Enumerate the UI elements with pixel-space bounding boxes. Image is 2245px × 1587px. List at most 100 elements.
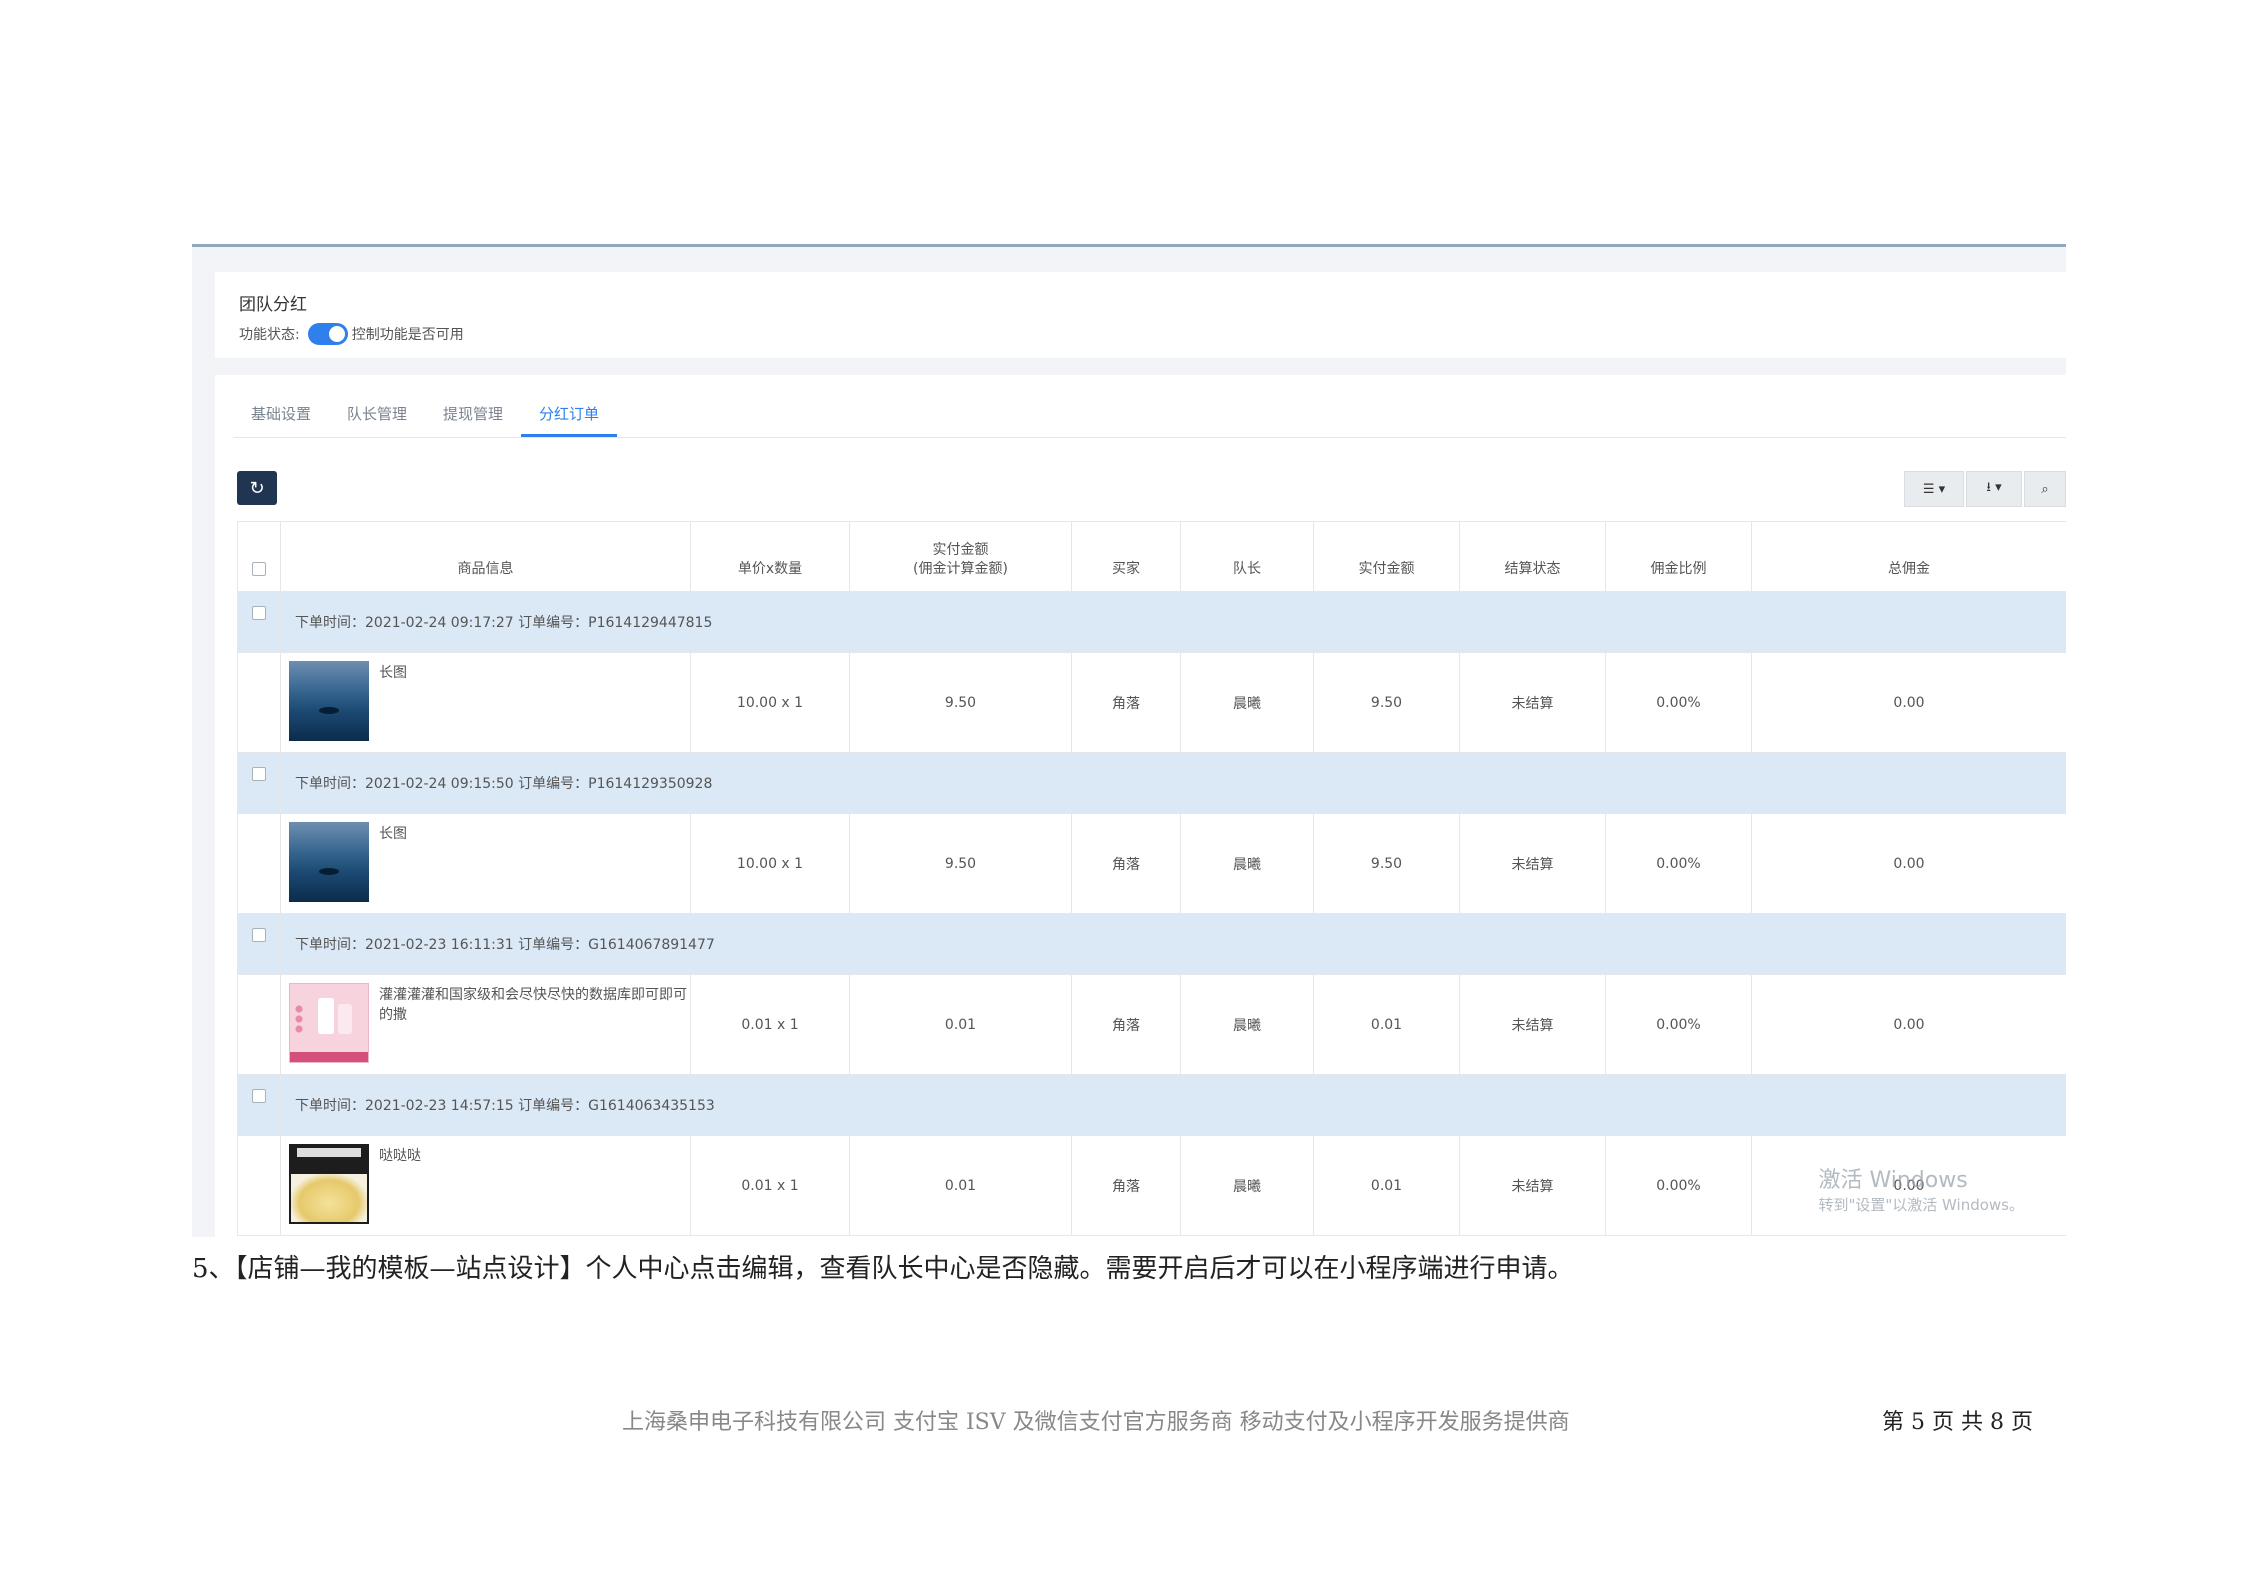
total-commission-cell: 0.00 bbox=[1751, 974, 2066, 1075]
export-button[interactable]: ⭳ ▾ bbox=[1966, 471, 2022, 507]
paid-cell: 0.01 bbox=[1313, 1135, 1460, 1236]
search-button[interactable]: ⌕ bbox=[2024, 471, 2066, 507]
header-price-qty: 单价x数量 bbox=[690, 521, 850, 592]
leader-cell: 晨曦 bbox=[1180, 652, 1314, 753]
instruction-step: 5、【店铺—我的模板—站点设计】个人中心点击编辑，查看队长中心是否隐藏。需要开启… bbox=[192, 1254, 1574, 1284]
order-item-row: 长图 10.00 x 1 9.50 角落 晨曦 9.50 未结算 0.00% 0… bbox=[237, 652, 2066, 753]
header-leader: 队长 bbox=[1180, 521, 1314, 592]
refresh-button[interactable]: ↻ bbox=[237, 471, 277, 505]
header-goods: 商品信息 bbox=[280, 521, 691, 592]
header-commission-rate: 佣金比例 bbox=[1605, 521, 1752, 592]
order-header-row: 下单时间：2021-02-24 09:15:50 订单编号：P161412935… bbox=[237, 752, 2066, 814]
order-checkbox[interactable] bbox=[252, 767, 266, 781]
goods-name: 哒哒哒 bbox=[379, 1148, 421, 1164]
tab-leader-management[interactable]: 队长管理 bbox=[329, 393, 425, 437]
commission-rate-cell: 0.00% bbox=[1605, 652, 1752, 753]
tab-basic-settings[interactable]: 基础设置 bbox=[233, 393, 329, 437]
order-info: 下单时间：2021-02-24 09:17:27 订单编号：P161412944… bbox=[280, 591, 2066, 653]
refresh-icon: ↻ bbox=[249, 477, 265, 499]
order-checkbox[interactable] bbox=[252, 1089, 266, 1103]
select-all-checkbox[interactable] bbox=[252, 562, 266, 576]
panel-title: 团队分红 bbox=[239, 295, 307, 315]
order-select-cell bbox=[237, 591, 281, 653]
orders-table: 商品信息 单价x数量 实付金额 (佣金计算金额) 买家 队长 实付金额 结算状态… bbox=[237, 521, 2066, 1236]
empty-cell bbox=[237, 652, 281, 753]
paid-calc-cell: 9.50 bbox=[849, 813, 1072, 914]
settle-status-cell: 未结算 bbox=[1459, 652, 1606, 753]
commission-rate-cell: 0.00% bbox=[1605, 813, 1752, 914]
product-thumbnail[interactable] bbox=[289, 822, 369, 902]
total-commission-cell: 0.00 bbox=[1751, 813, 2066, 914]
order-header-row: 下单时间：2021-02-23 16:11:31 订单编号：G161406789… bbox=[237, 913, 2066, 975]
total-commission-cell: 0.00 bbox=[1751, 652, 2066, 753]
paid-calc-cell: 0.01 bbox=[849, 1135, 1072, 1236]
product-thumbnail[interactable] bbox=[289, 1144, 369, 1224]
paid-calc-cell: 9.50 bbox=[849, 652, 1072, 753]
header-paid-calc-line1: 实付金额 bbox=[932, 542, 989, 558]
page-number: 第 5 页 共 8 页 bbox=[1882, 1410, 2033, 1435]
header-buyer: 买家 bbox=[1071, 521, 1181, 592]
orders-card: 基础设置 队长管理 提现管理 分红订单 ↻ ☰ ▾ ⭳ ▾ ⌕ 商品信息 单价x… bbox=[215, 375, 2066, 1237]
tab-bar: 基础设置 队长管理 提现管理 分红订单 bbox=[233, 393, 2066, 438]
feature-card: 团队分红 功能状态: 控制功能是否可用 bbox=[215, 272, 2066, 358]
header-settle-status: 结算状态 bbox=[1459, 521, 1606, 592]
watermark-line2: 转到"设置"以激活 Windows。 bbox=[1818, 1196, 2024, 1214]
order-item-row: 长图 10.00 x 1 9.50 角落 晨曦 9.50 未结算 0.00% 0… bbox=[237, 813, 2066, 914]
settle-status-cell: 未结算 bbox=[1459, 813, 1606, 914]
goods-cell: 长图 bbox=[280, 813, 691, 914]
order-select-cell bbox=[237, 1074, 281, 1136]
order-select-cell bbox=[237, 752, 281, 814]
order-checkbox[interactable] bbox=[252, 606, 266, 620]
table-header-row: 商品信息 单价x数量 实付金额 (佣金计算金额) 买家 队长 实付金额 结算状态… bbox=[237, 521, 2066, 592]
settle-status-cell: 未结算 bbox=[1459, 974, 1606, 1075]
select-all-cell bbox=[237, 521, 281, 592]
order-select-cell bbox=[237, 913, 281, 975]
leader-cell: 晨曦 bbox=[1180, 813, 1314, 914]
order-info: 下单时间：2021-02-23 16:11:31 订单编号：G161406789… bbox=[280, 913, 2066, 975]
order-item-row: 哒哒哒 0.01 x 1 0.01 角落 晨曦 0.01 未结算 0.00% 0… bbox=[237, 1135, 2066, 1236]
header-paid-calc-line2: (佣金计算金额) bbox=[913, 561, 1008, 577]
leader-cell: 晨曦 bbox=[1180, 1135, 1314, 1236]
settle-status-cell: 未结算 bbox=[1459, 1135, 1606, 1236]
leader-cell: 晨曦 bbox=[1180, 974, 1314, 1075]
buyer-cell: 角落 bbox=[1071, 1135, 1181, 1236]
status-description: 控制功能是否可用 bbox=[351, 327, 464, 343]
paid-calc-cell: 0.01 bbox=[849, 974, 1072, 1075]
search-icon: ⌕ bbox=[2041, 481, 2049, 497]
tab-dividend-orders[interactable]: 分红订单 bbox=[521, 393, 618, 437]
price-qty-cell: 10.00 x 1 bbox=[690, 813, 850, 914]
order-info: 下单时间：2021-02-24 09:15:50 订单编号：P161412935… bbox=[280, 752, 2066, 814]
paid-cell: 9.50 bbox=[1313, 652, 1460, 753]
windows-activation-watermark: 激活 Windows 转到"设置"以激活 Windows。 bbox=[1818, 1162, 2024, 1215]
feature-toggle[interactable] bbox=[307, 323, 348, 345]
header-paid: 实付金额 bbox=[1313, 521, 1460, 592]
order-item-row: 灌灌灌灌和国家级和会尽快尽快的数据库即可即可的撒 0.01 x 1 0.01 角… bbox=[237, 974, 2066, 1075]
header-paid-calc: 实付金额 (佣金计算金额) bbox=[849, 521, 1072, 592]
price-qty-cell: 0.01 x 1 bbox=[690, 974, 850, 1075]
order-header-row: 下单时间：2021-02-23 14:57:15 订单编号：G161406343… bbox=[237, 1074, 2066, 1136]
status-label: 功能状态: bbox=[239, 327, 300, 343]
empty-cell bbox=[237, 813, 281, 914]
goods-name: 灌灌灌灌和国家级和会尽快尽快的数据库即可即可的撒 bbox=[379, 987, 687, 1023]
price-qty-cell: 0.01 x 1 bbox=[690, 1135, 850, 1236]
product-thumbnail[interactable] bbox=[289, 661, 369, 741]
buyer-cell: 角落 bbox=[1071, 813, 1181, 914]
paid-cell: 9.50 bbox=[1313, 813, 1460, 914]
order-header-row: 下单时间：2021-02-24 09:17:27 订单编号：P161412944… bbox=[237, 591, 2066, 653]
tab-withdraw-management[interactable]: 提现管理 bbox=[425, 393, 521, 437]
screenshot-frame: 团队分红 功能状态: 控制功能是否可用 基础设置 队长管理 提现管理 分红订单 … bbox=[192, 244, 2066, 1237]
goods-cell: 灌灌灌灌和国家级和会尽快尽快的数据库即可即可的撒 bbox=[280, 974, 691, 1075]
goods-name: 长图 bbox=[379, 665, 407, 681]
table-toolbar: ☰ ▾ ⭳ ▾ ⌕ bbox=[1904, 471, 2066, 507]
product-thumbnail[interactable] bbox=[289, 983, 369, 1063]
columns-button[interactable]: ☰ ▾ bbox=[1904, 471, 1964, 507]
buyer-cell: 角落 bbox=[1071, 652, 1181, 753]
empty-cell bbox=[237, 1135, 281, 1236]
paid-cell: 0.01 bbox=[1313, 974, 1460, 1075]
order-checkbox[interactable] bbox=[252, 928, 266, 942]
buyer-cell: 角落 bbox=[1071, 974, 1181, 1075]
download-icon: ⭳ ▾ bbox=[1986, 480, 2002, 495]
commission-rate-cell: 0.00% bbox=[1605, 1135, 1752, 1236]
price-qty-cell: 10.00 x 1 bbox=[690, 652, 850, 753]
goods-cell: 长图 bbox=[280, 652, 691, 753]
